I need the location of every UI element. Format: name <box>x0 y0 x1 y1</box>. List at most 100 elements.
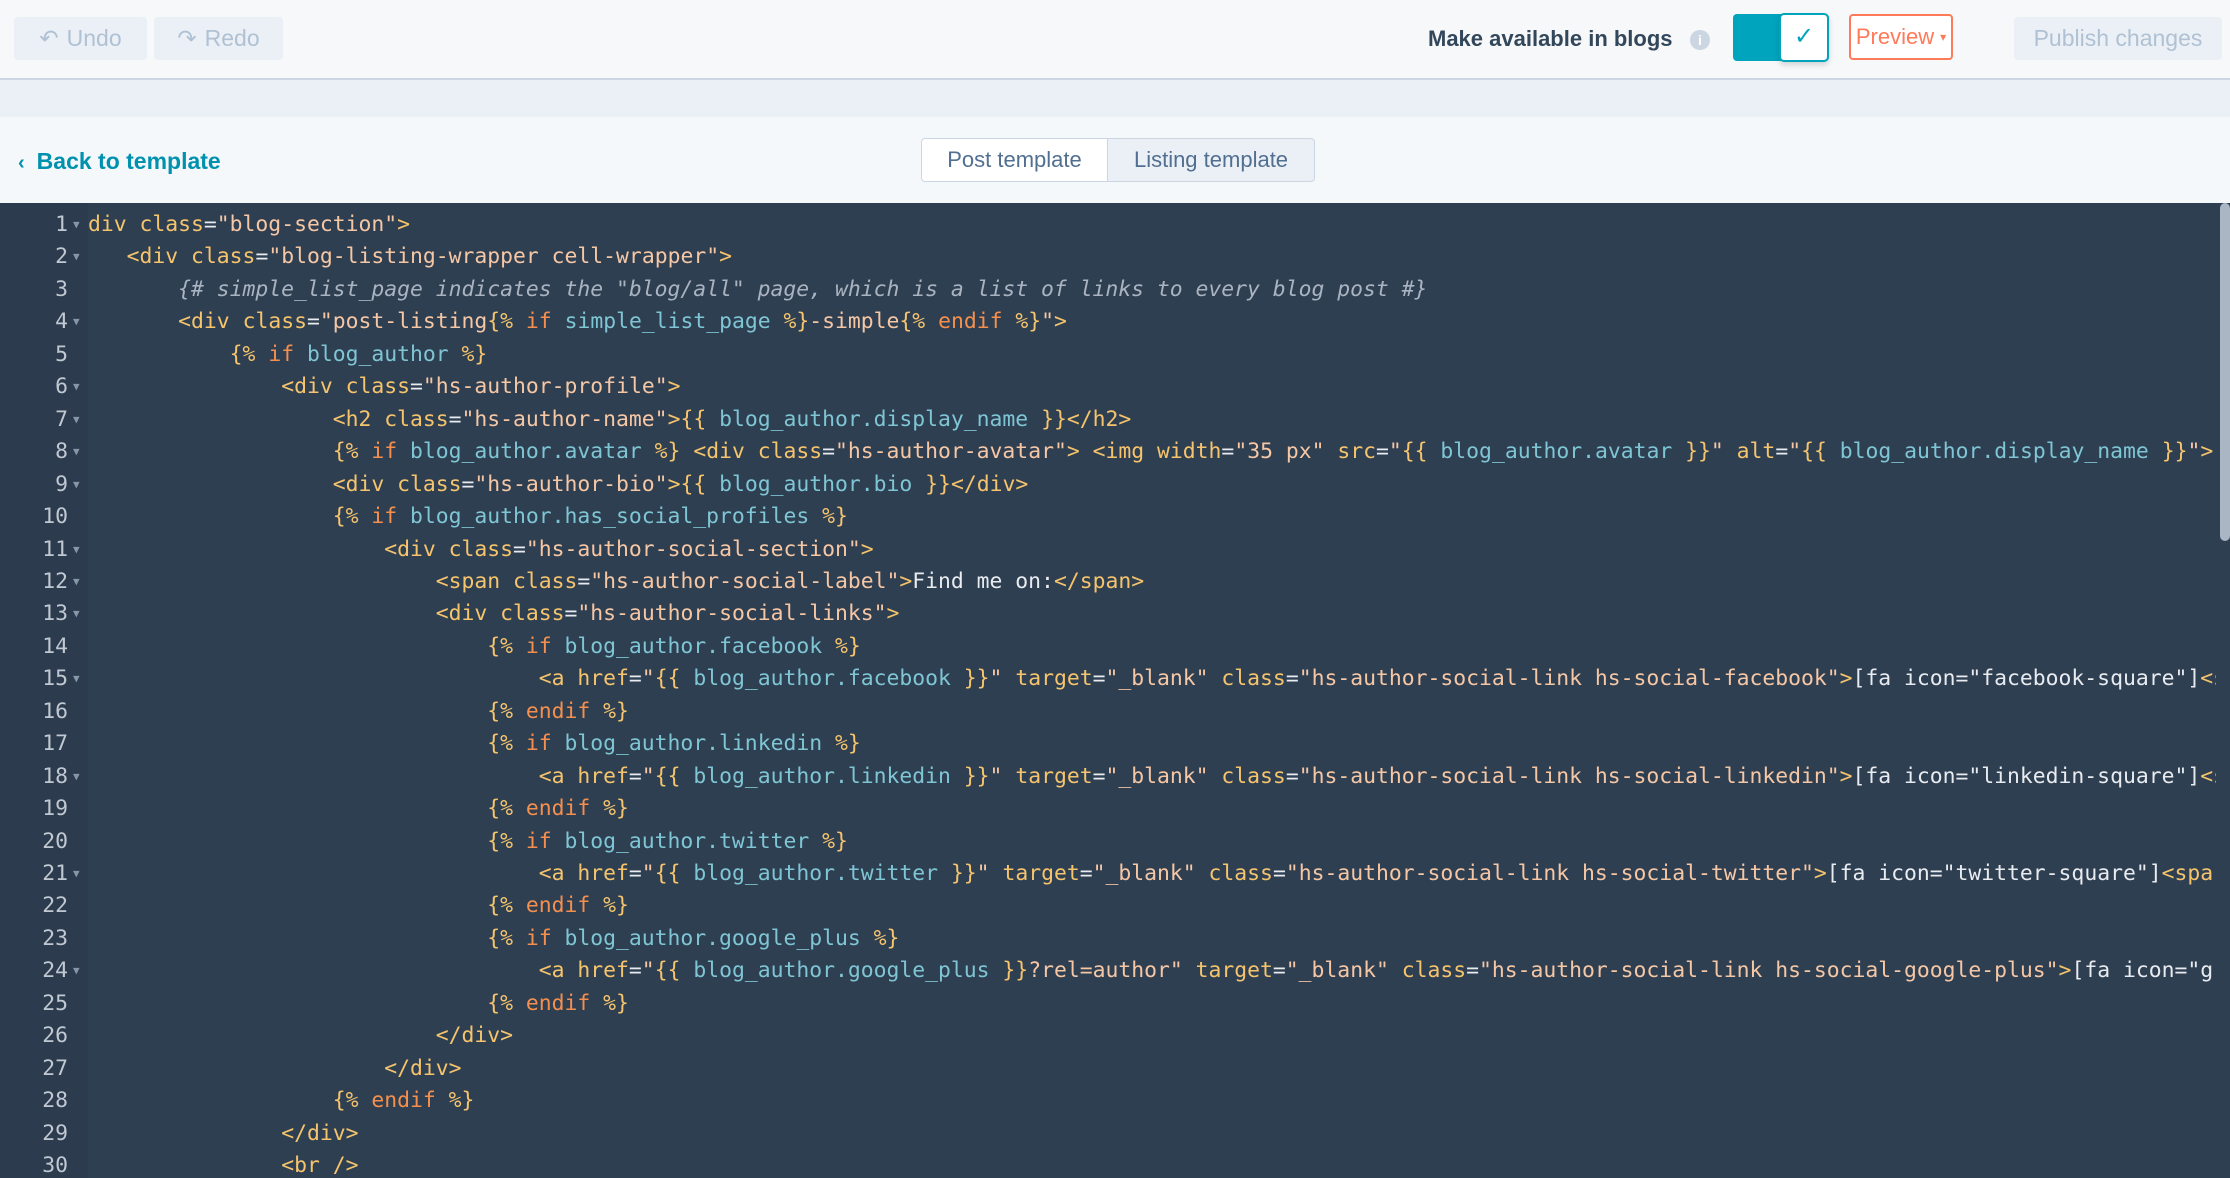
make-available-toggle[interactable]: ✓ <box>1733 14 1829 61</box>
code-token: > <box>719 244 732 269</box>
code-line[interactable]: 11▼ <div class="hs-author-social-section… <box>0 534 2230 566</box>
code-line[interactable]: 5 {% if blog_author %} <box>0 339 2230 371</box>
code-line[interactable]: 1▼div class="blog-section"> <box>0 209 2230 241</box>
code-token <box>88 1023 436 1048</box>
code-line[interactable]: 20 {% if blog_author.twitter %} <box>0 826 2230 858</box>
code-line[interactable]: 14 {% if blog_author.facebook %} <box>0 631 2230 663</box>
fold-arrow-icon[interactable]: ▼ <box>73 663 80 695</box>
preview-button[interactable]: Preview ▾ <box>1849 14 1953 60</box>
code-token: <div <box>333 472 397 497</box>
code-line[interactable]: 9▼ <div class="hs-author-bio">{{ blog_au… <box>0 469 2230 501</box>
publish-changes-button[interactable]: Publish changes <box>2014 17 2222 60</box>
code-token: {% <box>333 1088 359 1113</box>
code-token: blog_author.google_plus <box>565 926 861 951</box>
line-number: 12 <box>0 566 68 598</box>
code-token: [fa icon="g <box>2071 958 2213 983</box>
fold-arrow-icon[interactable]: ▼ <box>73 566 80 598</box>
code-token: "hs-author-avatar" <box>835 439 1067 464</box>
fold-arrow-icon[interactable]: ▼ <box>73 436 80 468</box>
code-token: = <box>1273 958 1286 983</box>
line-number: 9 <box>0 469 68 501</box>
code-token: " <box>642 764 655 789</box>
code-text: {% endif %} <box>88 988 2216 1020</box>
code-line[interactable]: 30 <br /> <box>0 1150 2230 1178</box>
code-token: class <box>1221 764 1285 789</box>
fold-arrow-icon[interactable]: ▼ <box>73 241 80 273</box>
code-token: = <box>1775 439 1788 464</box>
code-token: > <box>2059 958 2072 983</box>
code-token: {% <box>487 796 513 821</box>
code-line[interactable]: 18▼ <a href="{{ blog_author.linkedin }}"… <box>0 761 2230 793</box>
vertical-scrollbar[interactable] <box>2220 203 2230 541</box>
fold-arrow-icon[interactable]: ▼ <box>73 371 80 403</box>
info-icon[interactable]: i <box>1690 30 1710 50</box>
code-token: href <box>577 958 629 983</box>
fold-arrow-icon[interactable]: ▼ <box>73 761 80 793</box>
code-token: class <box>191 244 255 269</box>
fold-arrow-icon[interactable]: ▼ <box>73 306 80 338</box>
code-line[interactable]: 7▼ <h2 class="hs-author-name">{{ blog_au… <box>0 404 2230 436</box>
redo-label: Redo <box>205 25 260 52</box>
tab-post-template[interactable]: Post template <box>921 138 1108 182</box>
code-editor[interactable]: 1▼div class="blog-section">2▼ <div class… <box>0 203 2230 1178</box>
code-line[interactable]: 29 </div> <box>0 1118 2230 1150</box>
back-to-template-link[interactable]: ‹Back to template <box>18 148 221 175</box>
code-line[interactable]: 23 {% if blog_author.google_plus %} <box>0 923 2230 955</box>
fold-arrow-icon[interactable]: ▼ <box>73 858 80 890</box>
fold-arrow-icon[interactable]: ▼ <box>73 534 80 566</box>
line-number: 23 <box>0 923 68 955</box>
fold-arrow-icon[interactable]: ▼ <box>73 955 80 987</box>
line-number: 15 <box>0 663 68 695</box>
code-token: "hs-author-social-links" <box>577 601 886 626</box>
code-token: {% <box>230 342 256 367</box>
code-line[interactable]: 19 {% endif %} <box>0 793 2230 825</box>
code-line[interactable]: 16 {% endif %} <box>0 696 2230 728</box>
code-token <box>990 861 1003 886</box>
code-token: {% <box>333 504 359 529</box>
code-text: <a href="{{ blog_author.twitter }}" targ… <box>88 858 2216 890</box>
code-line[interactable]: 24▼ <a href="{{ blog_author.google_plus … <box>0 955 2230 987</box>
code-line[interactable]: 2▼ <div class="blog-listing-wrapper cell… <box>0 241 2230 273</box>
code-line[interactable]: 15▼ <a href="{{ blog_author.facebook }}"… <box>0 663 2230 695</box>
code-line[interactable]: 22 {% endif %} <box>0 890 2230 922</box>
code-line[interactable]: 4▼ <div class="post-listing{% if simple_… <box>0 306 2230 338</box>
code-line[interactable]: 26 </div> <box>0 1020 2230 1052</box>
code-line[interactable]: 12▼ <span class="hs-author-social-label"… <box>0 566 2230 598</box>
fold-arrow-icon[interactable]: ▼ <box>73 209 80 241</box>
code-line[interactable]: 27 </div> <box>0 1053 2230 1085</box>
code-text: <br /> <box>88 1150 2216 1178</box>
code-line[interactable]: 8▼ {% if blog_author.avatar %} <div clas… <box>0 436 2230 468</box>
code-text: </div> <box>88 1053 2216 1085</box>
code-token: </div> <box>281 1121 358 1146</box>
code-line[interactable]: 25 {% endif %} <box>0 988 2230 1020</box>
code-line[interactable]: 6▼ <div class="hs-author-profile"> <box>0 371 2230 403</box>
tab-listing-template[interactable]: Listing template <box>1107 138 1315 182</box>
code-token: <div <box>281 374 345 399</box>
code-token: simple_list_page <box>565 309 771 334</box>
fold-arrow-icon[interactable]: ▼ <box>73 404 80 436</box>
undo-label: Undo <box>67 25 122 52</box>
code-line[interactable]: 10 {% if blog_author.has_social_profiles… <box>0 501 2230 533</box>
fold-arrow-icon[interactable]: ▼ <box>73 469 80 501</box>
undo-button[interactable]: ↶Undo <box>14 17 147 60</box>
code-line[interactable]: 28 {% endif %} <box>0 1085 2230 1117</box>
code-line[interactable]: 17 {% if blog_author.linkedin %} <box>0 728 2230 760</box>
redo-button[interactable]: ↷Redo <box>154 17 283 60</box>
code-token: blog_author.bio <box>706 472 925 497</box>
code-text: {% if blog_author %} <box>88 339 2216 371</box>
code-line[interactable]: 21▼ <a href="{{ blog_author.twitter }}" … <box>0 858 2230 890</box>
code-token: {% <box>487 991 513 1016</box>
code-token: blog_author.facebook <box>680 666 963 691</box>
code-token: if <box>513 829 565 854</box>
code-token <box>88 1121 281 1146</box>
code-token: {% <box>333 439 359 464</box>
code-token <box>88 342 230 367</box>
code-token: "_blank" <box>1106 764 1209 789</box>
code-line[interactable]: 3 {# simple_list_page indicates the "blo… <box>0 274 2230 306</box>
code-token: {% <box>487 309 513 334</box>
code-token: <div <box>384 537 448 562</box>
code-line[interactable]: 13▼ <div class="hs-author-social-links"> <box>0 598 2230 630</box>
code-token: " <box>642 666 655 691</box>
fold-arrow-icon[interactable]: ▼ <box>73 598 80 630</box>
check-icon: ✓ <box>1779 13 1829 62</box>
